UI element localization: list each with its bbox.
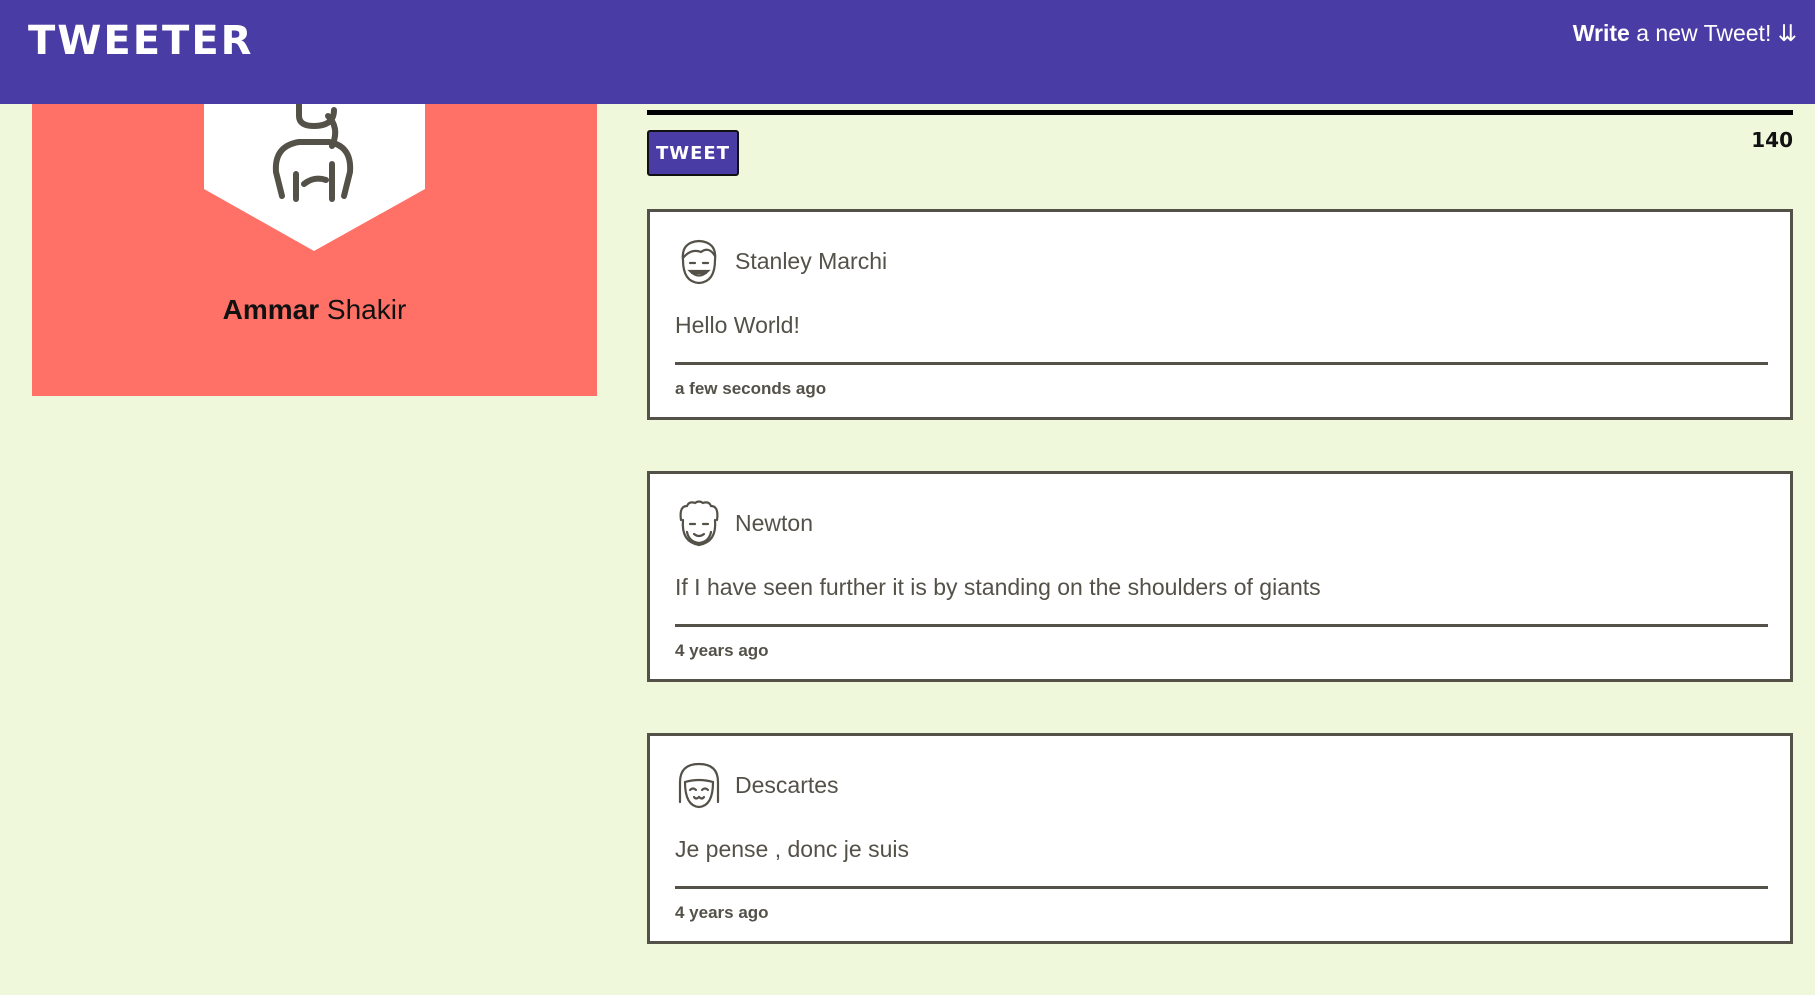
- tweet-author[interactable]: Stanley Marchi: [735, 248, 887, 275]
- tweet-timestamp: 4 years ago: [675, 641, 769, 660]
- profile-avatar-icon: [204, 104, 425, 251]
- compose-toggle-text: a new Tweet! ⇊: [1629, 20, 1797, 46]
- tweet-author[interactable]: Newton: [735, 510, 813, 537]
- tweet-divider: [675, 624, 1768, 627]
- tweet-timestamp: a few seconds ago: [675, 379, 827, 398]
- write-new-tweet-toggle[interactable]: Write a new Tweet! ⇊: [1573, 20, 1797, 47]
- profile-last-name: Shakir: [319, 294, 407, 325]
- composer-divider: [647, 110, 1793, 115]
- tweet-card: Newton If I have seen further it is by s…: [647, 471, 1793, 682]
- avatar-woman-bangs-icon: [678, 762, 720, 809]
- tweet-card: Stanley Marchi Hello World! a few second…: [647, 209, 1793, 420]
- tweet-text: Je pense , donc je suis: [675, 836, 909, 862]
- profile-first-name: Ammar: [222, 294, 320, 325]
- tweet-divider: [675, 362, 1768, 365]
- brand-logo[interactable]: TWEETER: [28, 18, 253, 64]
- tweet-divider: [675, 886, 1768, 889]
- tweet-author[interactable]: Descartes: [735, 772, 839, 799]
- compose-toggle-bold: Write: [1572, 20, 1630, 46]
- tweet-button[interactable]: TWEET: [647, 130, 739, 176]
- tweet-timestamp: 4 years ago: [675, 903, 769, 922]
- avatar-bearded-man-icon: [679, 500, 719, 547]
- tweet-feed: Stanley Marchi Hello World! a few second…: [647, 209, 1793, 995]
- tweet-card: Descartes Je pense , donc je suis 4 year…: [647, 733, 1793, 944]
- tweet-text: If I have seen further it is by standing…: [675, 574, 1321, 600]
- top-navbar: TWEETER Write a new Tweet! ⇊: [0, 0, 1815, 104]
- profile-name: Ammar Shakir: [32, 294, 597, 326]
- user-profile-card: Ammar Shakir: [32, 104, 597, 396]
- avatar-smiling-man-icon: [681, 239, 717, 285]
- character-counter: 140: [1751, 128, 1793, 152]
- tweet-text: Hello World!: [675, 312, 800, 338]
